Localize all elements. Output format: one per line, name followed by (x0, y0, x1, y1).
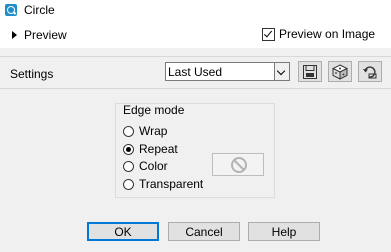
radio-transparent-button[interactable] (123, 178, 134, 190)
preview-on-image-label: Preview on Image (279, 27, 376, 41)
preset-dropdown[interactable]: Last Used (165, 62, 290, 81)
radio-transparent[interactable]: Transparent (123, 177, 203, 191)
radio-transparent-label: Transparent (139, 177, 204, 191)
title-bar (0, 0, 391, 20)
preview-on-image-checkbox[interactable] (262, 27, 275, 41)
window-title: Circle (24, 3, 55, 17)
save-preset-icon (303, 65, 317, 79)
save-preset-button[interactable] (298, 61, 322, 82)
expand-arrow-icon (12, 31, 17, 39)
divider (0, 88, 391, 89)
radio-repeat-label: Repeat (139, 142, 178, 156)
app-icon (5, 4, 17, 16)
radio-color-button[interactable] (123, 160, 134, 172)
reset-button[interactable] (358, 61, 382, 82)
cancel-button[interactable]: Cancel (168, 222, 240, 241)
radio-wrap-label: Wrap (139, 124, 168, 138)
preset-value: Last Used (168, 65, 223, 79)
randomize-icon (332, 64, 348, 80)
randomize-button[interactable] (328, 61, 352, 82)
radio-color-label: Color (139, 159, 168, 173)
preview-label: Preview (24, 28, 67, 42)
radio-repeat[interactable]: Repeat (123, 142, 178, 156)
preview-on-image-toggle[interactable]: Preview on Image (262, 27, 375, 41)
edge-mode-title: Edge mode (123, 103, 185, 117)
radio-color[interactable]: Color (123, 159, 168, 173)
divider (0, 56, 391, 57)
radio-wrap-button[interactable] (123, 125, 134, 137)
preview-toggle[interactable]: Preview (12, 28, 67, 42)
radio-repeat-button[interactable] (123, 143, 134, 155)
chevron-down-icon[interactable] (274, 63, 289, 80)
radio-wrap[interactable]: Wrap (123, 124, 167, 138)
edge-color-swatch[interactable] (212, 153, 264, 176)
ok-button[interactable]: OK (87, 222, 159, 241)
settings-label: Settings (10, 67, 54, 81)
reset-icon (363, 66, 377, 79)
help-button[interactable]: Help (248, 222, 320, 241)
no-color-icon (231, 157, 247, 173)
